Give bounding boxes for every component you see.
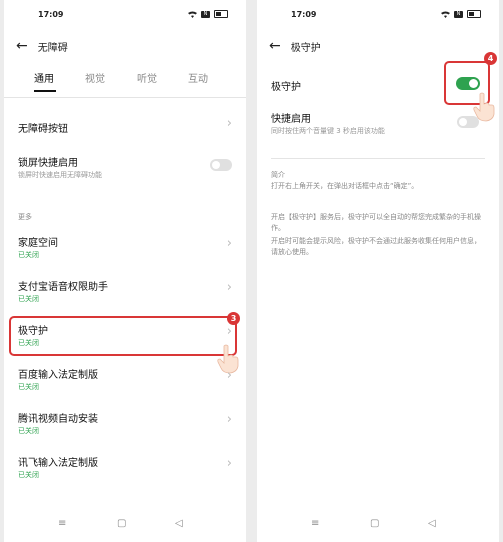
item-label: 讯飞输入法定制版 (18, 458, 98, 469)
status-time: 17:09 (291, 10, 317, 19)
intro-title: 简介 (271, 171, 285, 179)
page-title: 无障碍 (37, 42, 68, 54)
item-label: 腾讯视频自动安装 (18, 414, 98, 425)
main-toggle-label: 极守护 (271, 82, 301, 93)
item-label: 极守护 (18, 326, 48, 337)
back-arrow-icon[interactable]: ← (16, 38, 28, 54)
tab-bar: 通用 视觉 听觉 互动 (4, 70, 246, 96)
item-label: 百度输入法定制版 (18, 370, 98, 381)
sim-icon: N (454, 10, 463, 18)
jishouhu-main-toggle[interactable] (456, 77, 480, 90)
back-icon[interactable]: ◁ (175, 518, 183, 529)
item-status: 已关闭 (18, 295, 39, 303)
tab-active-indicator (34, 90, 56, 92)
chevron-right-icon: › (226, 116, 232, 131)
battery-icon (214, 10, 228, 18)
item-status: 已关闭 (18, 471, 39, 479)
page-header: ← 无障碍 (16, 36, 234, 56)
list-item-alipay-voice[interactable]: 支付宝语音权限助手 已关闭 › (4, 274, 246, 310)
menu-icon[interactable]: ≡ (311, 518, 319, 529)
list-item-accessibility-button[interactable]: 无障碍按钮 › (4, 110, 246, 146)
chevron-right-icon: › (226, 236, 232, 251)
accessibility-screen: 17:09 N ← 无障碍 通用 视觉 听觉 互动 无障碍按钮 › 锁屏快捷启用… (4, 0, 246, 542)
description-paragraph-2: 开启时可能会提示风险，极守护不会通过此服务收集任何用户信息，请放心使用。 (271, 237, 481, 256)
section-header-more: 更多 (18, 213, 32, 221)
back-icon[interactable]: ◁ (428, 518, 436, 529)
tab-hearing[interactable]: 听觉 (137, 70, 157, 85)
sim-icon: N (201, 10, 210, 18)
shortcut-toggle[interactable] (457, 116, 479, 128)
tab-general[interactable]: 通用 (34, 70, 54, 85)
item-label: 锁屏快捷启用 (18, 158, 78, 169)
list-item-family-space[interactable]: 家庭空间 已关闭 › (4, 230, 246, 266)
step-badge: 4 (484, 52, 497, 65)
item-label: 无障碍按钮 (18, 124, 68, 135)
wifi-icon (441, 11, 450, 18)
home-icon[interactable]: ▢ (117, 518, 126, 529)
shortcut-subtitle: 同时按住两个音量键 3 秒启用该功能 (271, 127, 385, 135)
item-subtitle: 锁屏时快速启用无障碍功能 (18, 171, 102, 179)
tab-interaction[interactable]: 互动 (188, 70, 208, 85)
page-header: ← 极守护 (269, 36, 487, 56)
wifi-icon (188, 11, 197, 18)
status-time: 17:09 (38, 10, 64, 19)
chevron-right-icon: › (226, 456, 232, 471)
section-divider (271, 158, 485, 159)
back-arrow-icon[interactable]: ← (269, 38, 281, 54)
item-label: 支付宝语音权限助手 (18, 282, 108, 293)
item-status: 已关闭 (18, 427, 39, 435)
menu-icon[interactable]: ≡ (58, 518, 66, 529)
lockscreen-toggle[interactable] (210, 159, 232, 171)
step-badge: 3 (227, 312, 240, 325)
item-label: 家庭空间 (18, 238, 58, 249)
jishouhu-screen: 17:09 N ← 极守护 极守护 4 快捷启用 同时按住两个音量键 3 秒启用… (257, 0, 499, 542)
chevron-right-icon: › (226, 412, 232, 427)
tab-divider (4, 97, 246, 98)
item-status: 已关闭 (18, 383, 39, 391)
intro-text: 打开右上角开关，在弹出对话框中点击“确定”。 (271, 182, 419, 190)
list-item-jishouhu[interactable]: 极守护 已关闭 › (4, 318, 246, 354)
item-status: 已关闭 (18, 339, 39, 347)
chevron-right-icon: › (226, 324, 232, 339)
list-item-baidu-ime[interactable]: 百度输入法定制版 已关闭 › (4, 362, 246, 398)
page-title: 极守护 (290, 42, 321, 54)
chevron-right-icon: › (226, 368, 232, 383)
list-item-tencent-video[interactable]: 腾讯视频自动安装 已关闭 › (4, 406, 246, 442)
home-icon[interactable]: ▢ (370, 518, 379, 529)
battery-icon (467, 10, 481, 18)
status-bar: 17:09 N (4, 9, 246, 23)
shortcut-label: 快捷启用 (271, 114, 311, 125)
description-paragraph-1: 开启【极守护】服务后，极守护可以全自动的帮您完成繁杂的手机操作。 (271, 213, 481, 232)
chevron-right-icon: › (226, 280, 232, 295)
status-bar: 17:09 N (257, 9, 499, 23)
list-item-iflytek-ime[interactable]: 讯飞输入法定制版 已关闭 › (4, 450, 246, 486)
list-item-lockscreen-shortcut[interactable]: 锁屏快捷启用 锁屏时快速启用无障碍功能 (4, 150, 246, 186)
item-status: 已关闭 (18, 251, 39, 259)
tab-vision[interactable]: 视觉 (85, 70, 105, 85)
shortcut-enable-row[interactable]: 快捷启用 同时按住两个音量键 3 秒启用该功能 (257, 108, 499, 142)
navigation-bar: ≡ ▢ ◁ (257, 518, 499, 532)
navigation-bar: ≡ ▢ ◁ (4, 518, 246, 532)
